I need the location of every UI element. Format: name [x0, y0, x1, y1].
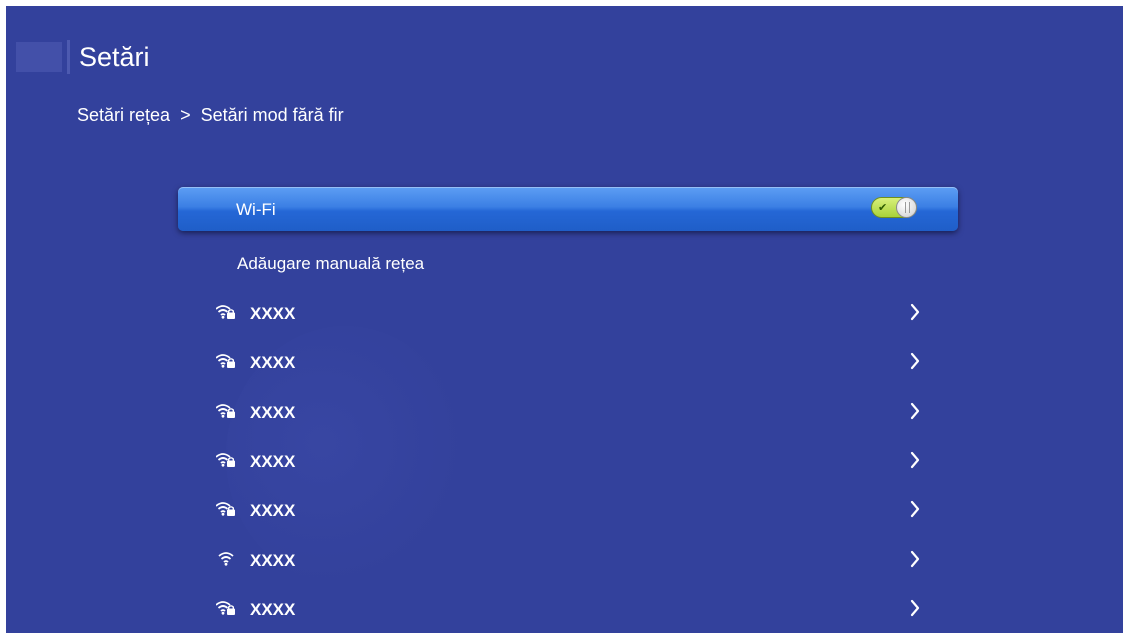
- logo-block: [16, 42, 62, 72]
- add-network-manually-item[interactable]: Adăugare manuală rețea: [237, 254, 424, 274]
- wifi-toggle-row[interactable]: Wi-Fi ✔: [178, 187, 958, 231]
- wifi-label: Wi-Fi: [236, 200, 276, 219]
- toggle-knob: [896, 197, 917, 218]
- network-name: XXXX: [250, 304, 296, 323]
- network-item[interactable]: XXXX: [206, 493, 926, 529]
- network-name: XXXX: [250, 353, 296, 372]
- wifi-icon: [218, 552, 234, 566]
- network-item[interactable]: XXXX: [206, 592, 926, 628]
- network-name: XXXX: [250, 551, 296, 570]
- wifi-lock-icon: [216, 354, 235, 368]
- page-title: Setări: [79, 42, 150, 72]
- chevron-right-icon: [910, 500, 920, 518]
- breadcrumb-parent: Setări rețea: [77, 105, 171, 125]
- check-icon: ✔: [878, 201, 888, 214]
- chevron-right-icon: [910, 352, 920, 370]
- network-name: XXXX: [250, 501, 296, 520]
- settings-screen: Setări Setări rețea > Setări mod fără fi…: [6, 6, 1123, 633]
- breadcrumb: Setări rețea > Setări mod fără fir: [77, 104, 344, 126]
- chevron-right-icon: [910, 599, 920, 617]
- chevron-right-icon: [910, 550, 920, 568]
- chevron-right-icon: [910, 451, 920, 469]
- wifi-toggle-switch[interactable]: ✔: [871, 197, 917, 218]
- breadcrumb-current: Setări mod fără fir: [200, 105, 344, 125]
- network-name: XXXX: [250, 452, 296, 471]
- breadcrumb-separator: >: [180, 105, 191, 125]
- wifi-lock-icon: [216, 404, 235, 418]
- wifi-lock-icon: [216, 453, 235, 467]
- network-item[interactable]: XXXX: [206, 345, 926, 381]
- network-item[interactable]: XXXX: [206, 444, 926, 480]
- header-divider: [67, 40, 70, 74]
- network-item[interactable]: XXXX: [206, 543, 926, 579]
- wifi-lock-icon: [216, 502, 235, 516]
- wifi-lock-icon: [216, 305, 235, 319]
- chevron-right-icon: [910, 303, 920, 321]
- wifi-lock-icon: [216, 601, 235, 615]
- chevron-right-icon: [910, 402, 920, 420]
- network-name: XXXX: [250, 403, 296, 422]
- network-item[interactable]: XXXX: [206, 395, 926, 431]
- network-name: XXXX: [250, 600, 296, 619]
- network-item[interactable]: XXXX: [206, 296, 926, 332]
